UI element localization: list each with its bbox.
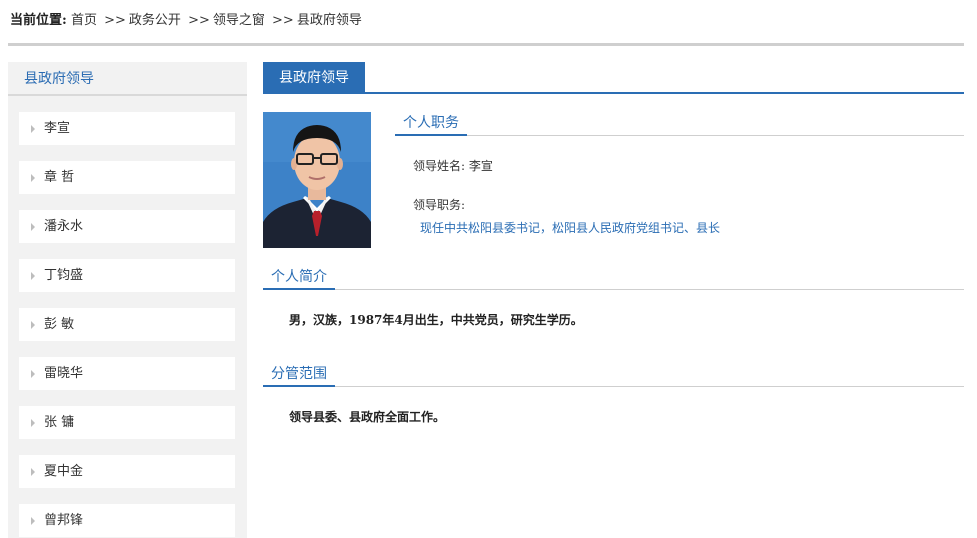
- sidebar: 县政府领导 李宣 章 哲 潘永水 丁钧盛 彭 敏 雷晓华 张 镛 夏中金 曾邦锋: [8, 62, 247, 538]
- sidebar-item-peng-min[interactable]: 彭 敏: [19, 308, 235, 341]
- sidebar-item-ding-junsheng[interactable]: 丁钧盛: [19, 259, 235, 292]
- sidebar-item-label: 张 镛: [44, 415, 75, 430]
- sidebar-list: 李宣 章 哲 潘永水 丁钧盛 彭 敏 雷晓华 张 镛 夏中金 曾邦锋: [8, 96, 247, 537]
- breadcrumb-link-government-affairs[interactable]: 政务公开: [129, 13, 181, 28]
- sidebar-title: 县政府领导: [8, 62, 247, 96]
- sidebar-item-label: 李宣: [44, 121, 71, 136]
- top-divider: [8, 43, 964, 46]
- triangle-right-icon: [31, 321, 35, 329]
- leader-name-line: 领导姓名: 李宣: [413, 157, 493, 174]
- breadcrumb: 当前位置: 首页 >> 政务公开 >> 领导之窗 >> 县政府领导: [10, 10, 362, 32]
- sidebar-item-xia-zhongjin[interactable]: 夏中金: [19, 455, 235, 488]
- duty-section-header: 个人职务: [395, 112, 964, 136]
- scope-section-title: 分管范围: [263, 363, 335, 387]
- scope-section-header: 分管范围: [263, 363, 964, 387]
- breadcrumb-label: 当前位置:: [10, 13, 67, 28]
- sidebar-item-label: 彭 敏: [44, 317, 75, 332]
- portrait-image: [263, 112, 371, 248]
- scope-text: 领导县委、县政府全面工作。: [289, 410, 446, 424]
- bio-section-header: 个人简介: [263, 266, 964, 290]
- sidebar-item-label: 曾邦锋: [44, 513, 84, 528]
- sidebar-item-li-xuan[interactable]: 李宣: [19, 112, 235, 145]
- sidebar-item-zhang-yong[interactable]: 张 镛: [19, 406, 235, 439]
- breadcrumb-home-link[interactable]: 首页: [71, 13, 97, 28]
- breadcrumb-separator: >>: [272, 13, 294, 28]
- duty-section-title: 个人职务: [395, 112, 467, 136]
- triangle-right-icon: [31, 468, 35, 476]
- triangle-right-icon: [31, 517, 35, 525]
- sidebar-item-lei-xiaohua[interactable]: 雷晓华: [19, 357, 235, 390]
- breadcrumb-link-county-leaders[interactable]: 县政府领导: [297, 13, 362, 28]
- triangle-right-icon: [31, 125, 35, 133]
- sidebar-item-zeng-bangfeng[interactable]: 曾邦锋: [19, 504, 235, 537]
- triangle-right-icon: [31, 174, 35, 182]
- bio-text: 男，汉族，1987年4月出生，中共党员，研究生学历。: [289, 313, 583, 327]
- triangle-right-icon: [31, 272, 35, 280]
- bio-section-title: 个人简介: [263, 266, 335, 290]
- leader-photo: [263, 112, 371, 248]
- main-content: 县政府领导 个人职务 领导姓名: 李宣 领导职务: 现任中共松阳县委书记，松阳县…: [263, 62, 964, 424]
- breadcrumb-separator: >>: [188, 13, 210, 28]
- leader-position-label: 领导职务:: [413, 198, 466, 212]
- triangle-right-icon: [31, 419, 35, 427]
- sidebar-item-pan-yongshui[interactable]: 潘永水: [19, 210, 235, 243]
- breadcrumb-link-leaders-window[interactable]: 领导之窗: [213, 13, 265, 28]
- triangle-right-icon: [31, 223, 35, 231]
- sidebar-item-zhang-zhe[interactable]: 章 哲: [19, 161, 235, 194]
- leader-position: 现任中共松阳县委书记，松阳县人民政府党组书记、县长: [420, 221, 721, 235]
- sidebar-item-label: 章 哲: [44, 170, 75, 185]
- triangle-right-icon: [31, 370, 35, 378]
- content-header: 县政府领导: [263, 62, 964, 94]
- breadcrumb-separator: >>: [104, 13, 126, 28]
- sidebar-item-label: 丁钧盛: [44, 268, 84, 283]
- tab-county-leaders[interactable]: 县政府领导: [263, 62, 365, 94]
- sidebar-item-label: 雷晓华: [44, 366, 84, 381]
- leader-name-label: 领导姓名:: [413, 159, 466, 173]
- sidebar-item-label: 夏中金: [44, 464, 84, 479]
- sidebar-item-label: 潘永水: [44, 219, 84, 234]
- leader-name: 李宣: [468, 159, 493, 173]
